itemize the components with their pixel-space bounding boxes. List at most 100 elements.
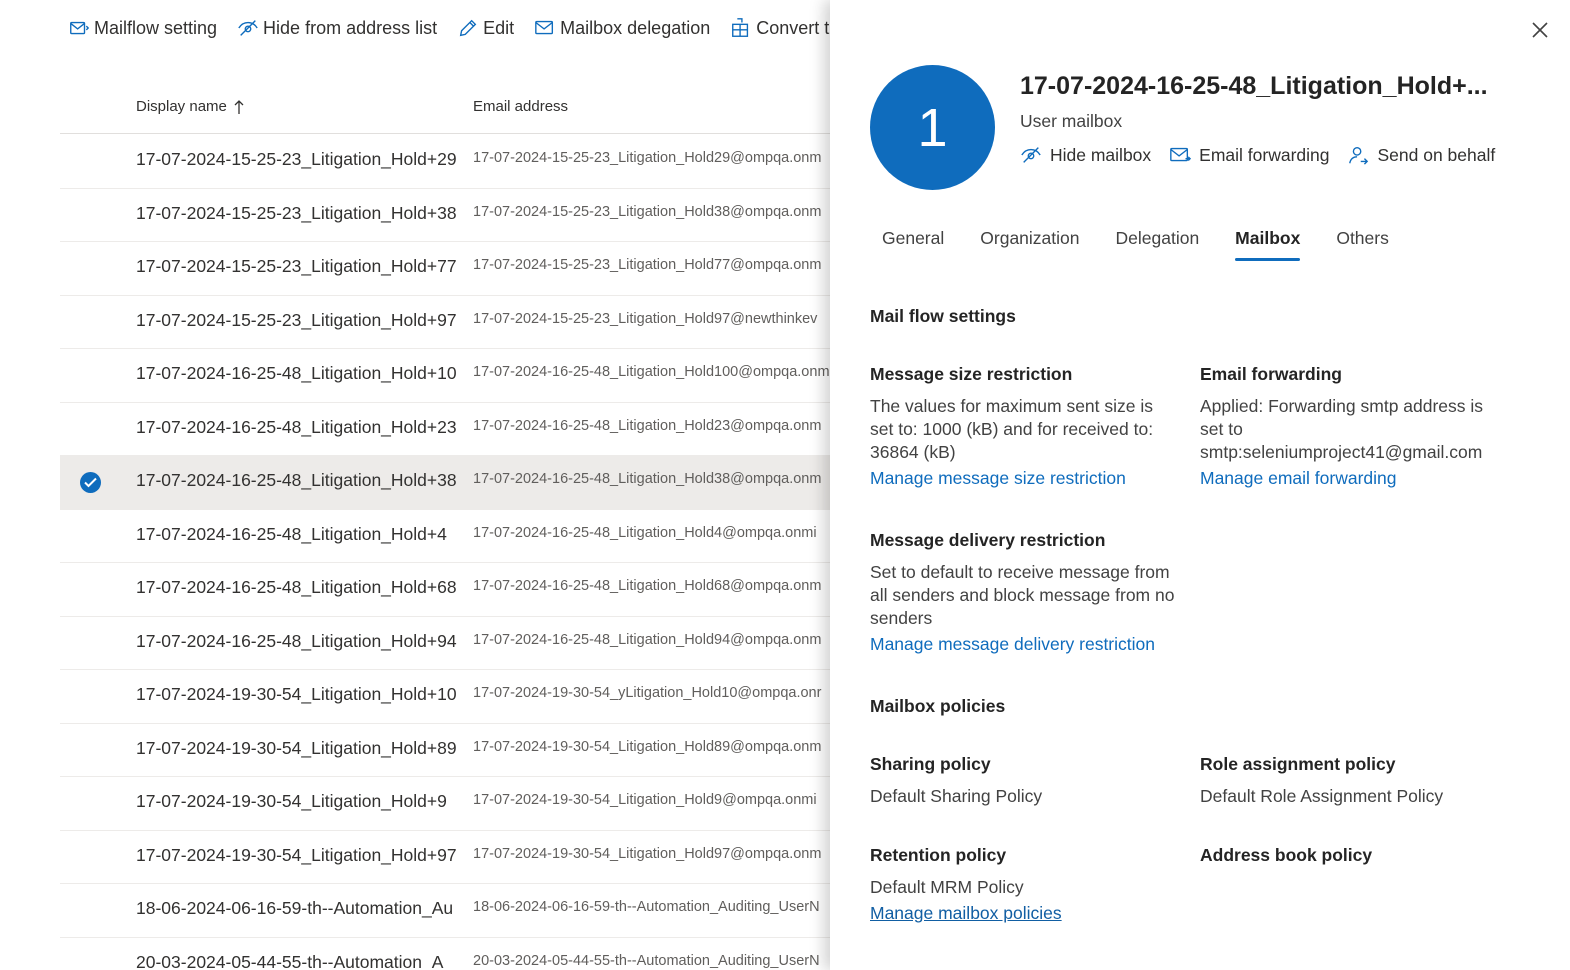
email-address-cell: 17-07-2024-19-30-54_yLitigation_Hold10@o… [473, 685, 822, 701]
page-title: 17-07-2024-16-25-48_Litigation_Hold+... [1020, 72, 1488, 100]
tab-delegation[interactable]: Delegation [1116, 226, 1200, 261]
tab-mailbox[interactable]: Mailbox [1235, 226, 1301, 261]
hide-from-address-list-label: Hide from address list [263, 17, 438, 38]
email-address-cell: 17-07-2024-16-25-48_Litigation_Hold38@om… [473, 471, 822, 487]
command-bar: Mailflow setting Hide from address list … [68, 12, 830, 44]
manage-message-size-link[interactable]: Manage message size restriction [870, 468, 1126, 489]
checkmark-circle-icon[interactable] [80, 472, 101, 493]
display-name-cell[interactable]: 17-07-2024-19-30-54_Litigation_Hold+89 [136, 738, 460, 759]
message-delivery-restriction-label: Message delivery restriction [870, 530, 1106, 550]
table-row[interactable]: 17-07-2024-16-25-48_Litigation_Hold+23 17… [60, 403, 830, 456]
display-name-cell[interactable]: 17-07-2024-19-30-54_Litigation_Hold+9 [136, 791, 460, 812]
mailflow-setting-button[interactable]: Mailflow setting [68, 17, 217, 39]
display-name-cell[interactable]: 18-06-2024-06-16-59-th--Automation_Au [136, 898, 460, 919]
table-row[interactable]: 18-06-2024-06-16-59-th--Automation_Au 18-… [60, 884, 830, 938]
table-row[interactable]: 17-07-2024-16-25-48_Litigation_Hold+4 17-… [60, 510, 830, 563]
tab-others[interactable]: Others [1336, 226, 1389, 261]
email-address-cell: 17-07-2024-15-25-23_Litigation_Hold29@om… [473, 150, 822, 166]
mailbox-policies-heading: Mailbox policies [870, 696, 1006, 716]
convert-button[interactable]: Convert t [730, 17, 829, 39]
mail-flow-settings-heading: Mail flow settings [870, 306, 1016, 326]
email-header-label: Email address [473, 98, 569, 115]
display-name-cell[interactable]: 17-07-2024-19-30-54_Litigation_Hold+97 [136, 845, 460, 866]
hide-eye-icon [238, 20, 258, 36]
display-name-cell[interactable]: 17-07-2024-15-25-23_Litigation_Hold+38 [136, 203, 460, 224]
avatar-initial: 1 [917, 97, 948, 158]
table-row[interactable]: 17-07-2024-19-30-54_Litigation_Hold+97 17… [60, 831, 830, 884]
table-row[interactable]: 17-07-2024-19-30-54_Litigation_Hold+89 17… [60, 724, 830, 777]
display-name-cell[interactable]: 17-07-2024-16-25-48_Litigation_Hold+23 [136, 417, 460, 438]
table-row[interactable]: 17-07-2024-16-25-48_Litigation_Hold+94 17… [60, 617, 830, 670]
manage-message-delivery-link[interactable]: Manage message delivery restriction [870, 634, 1155, 655]
display-name-column-header[interactable]: Display name [136, 98, 245, 115]
display-name-header-label: Display name [136, 98, 227, 115]
list-header: Display name Email address [60, 88, 830, 134]
email-address-cell: 17-07-2024-16-25-48_Litigation_Hold94@om… [473, 631, 822, 648]
role-assignment-policy-section: Role assignment policy Default Role Assi… [1200, 754, 1520, 808]
table-row[interactable]: 20-03-2024-05-44-55-th--Automation_A 20-0… [60, 938, 830, 970]
pencil-icon [459, 19, 477, 37]
table-row[interactable]: 17-07-2024-16-25-48_Litigation_Hold+10 17… [60, 349, 830, 403]
send-on-behalf-button[interactable]: Send on behalf [1347, 144, 1495, 166]
hide-eye-icon [1021, 147, 1041, 163]
close-icon[interactable] [1530, 20, 1550, 40]
manage-mailbox-policies-link[interactable]: Manage mailbox policies [870, 903, 1062, 924]
address-book-policy-label: Address book policy [1200, 845, 1373, 865]
mailflow-icon [70, 21, 90, 35]
hide-mailbox-label: Hide mailbox [1050, 144, 1152, 165]
email-address-cell: 17-07-2024-15-25-23_Litigation_Hold77@om… [473, 257, 822, 273]
tab-general[interactable]: General [882, 226, 944, 261]
email-address-cell: 18-06-2024-06-16-59-th--Automation_Audit… [473, 899, 820, 915]
sharing-policy-section: Sharing policy Default Sharing Policy [870, 754, 1175, 808]
mailbox-rows: 17-07-2024-15-25-23_Litigation_Hold+29 17… [60, 135, 830, 970]
message-size-restriction-section: Message size restriction The values for … [870, 364, 1175, 489]
table-row[interactable]: 17-07-2024-15-25-23_Litigation_Hold+97 17… [60, 296, 830, 349]
mailbox-delegation-button[interactable]: Mailbox delegation [534, 17, 710, 39]
mailbox-type: User mailbox [1020, 111, 1123, 131]
table-row[interactable]: 17-07-2024-15-25-23_Litigation_Hold+77 17… [60, 242, 830, 296]
table-row[interactable]: 17-07-2024-15-25-23_Litigation_Hold+38 17… [60, 189, 830, 242]
tab-organization[interactable]: Organization [980, 226, 1079, 261]
table-row[interactable]: 17-07-2024-15-25-23_Litigation_Hold+29 17… [60, 135, 830, 189]
convert-icon [732, 18, 749, 37]
mailbox-list-pane: Mailflow setting Hide from address list … [0, 0, 830, 970]
display-name-cell[interactable]: 17-07-2024-15-25-23_Litigation_Hold+97 [136, 310, 460, 331]
message-delivery-restriction-value: Set to default to receive message from a… [870, 562, 1175, 628]
email-address-column-header[interactable]: Email address [473, 98, 568, 115]
mail-delegation-icon [535, 20, 554, 35]
email-forwarding-field-label: Email forwarding [1200, 364, 1342, 384]
sharing-policy-label: Sharing policy [870, 754, 991, 774]
display-name-cell[interactable]: 17-07-2024-16-25-48_Litigation_Hold+10 [136, 363, 460, 384]
display-name-cell[interactable]: 17-07-2024-16-25-48_Litigation_Hold+68 [136, 577, 460, 598]
message-size-restriction-value: The values for maximum sent size is set … [870, 396, 1154, 462]
address-book-policy-section: Address book policy [1200, 845, 1505, 876]
edit-button[interactable]: Edit [457, 17, 514, 39]
display-name-cell[interactable]: 20-03-2024-05-44-55-th--Automation_A [136, 952, 460, 970]
display-name-cell[interactable]: 17-07-2024-16-25-48_Litigation_Hold+38 [136, 470, 460, 491]
message-delivery-restriction-section: Message delivery restriction Set to defa… [870, 530, 1175, 655]
panel-actions: Hide mailbox Email forwarding Send on be… [1020, 144, 1513, 166]
email-forwarding-button[interactable]: Email forwarding [1169, 144, 1329, 166]
email-address-cell: 17-07-2024-15-25-23_Litigation_Hold38@om… [473, 203, 822, 220]
display-name-cell[interactable]: 17-07-2024-15-25-23_Litigation_Hold+29 [136, 149, 460, 170]
email-address-cell: 17-07-2024-19-30-54_Litigation_Hold89@om… [473, 738, 822, 755]
person-icon [1349, 146, 1369, 165]
display-name-cell[interactable]: 17-07-2024-19-30-54_Litigation_Hold+10 [136, 684, 460, 705]
table-row[interactable]: 17-07-2024-16-25-48_Litigation_Hold+38 17… [60, 456, 830, 510]
email-address-cell: 17-07-2024-19-30-54_Litigation_Hold9@omp… [473, 792, 817, 808]
mailbox-details-panel: 1 17-07-2024-16-25-48_Litigation_Hold+..… [830, 0, 1570, 970]
hide-from-address-list-button[interactable]: Hide from address list [237, 17, 437, 39]
email-address-cell: 20-03-2024-05-44-55-th--Automation_Audit… [473, 952, 820, 969]
table-row[interactable]: 17-07-2024-19-30-54_Litigation_Hold+9 17-… [60, 777, 830, 831]
display-name-cell[interactable]: 17-07-2024-16-25-48_Litigation_Hold+4 [136, 524, 460, 545]
role-assignment-policy-label: Role assignment policy [1200, 754, 1396, 774]
manage-email-forwarding-link[interactable]: Manage email forwarding [1200, 468, 1397, 489]
display-name-cell[interactable]: 17-07-2024-16-25-48_Litigation_Hold+94 [136, 631, 460, 652]
table-row[interactable]: 17-07-2024-19-30-54_Litigation_Hold+10 17… [60, 670, 830, 724]
avatar: 1 [870, 65, 995, 190]
hide-mailbox-button[interactable]: Hide mailbox [1020, 144, 1151, 166]
display-name-cell[interactable]: 17-07-2024-15-25-23_Litigation_Hold+77 [136, 256, 460, 277]
table-row[interactable]: 17-07-2024-16-25-48_Litigation_Hold+68 17… [60, 563, 830, 617]
retention-policy-value: Default MRM Policy [870, 877, 1024, 897]
tab-list: General Organization Delegation Mailbox … [870, 226, 1425, 261]
